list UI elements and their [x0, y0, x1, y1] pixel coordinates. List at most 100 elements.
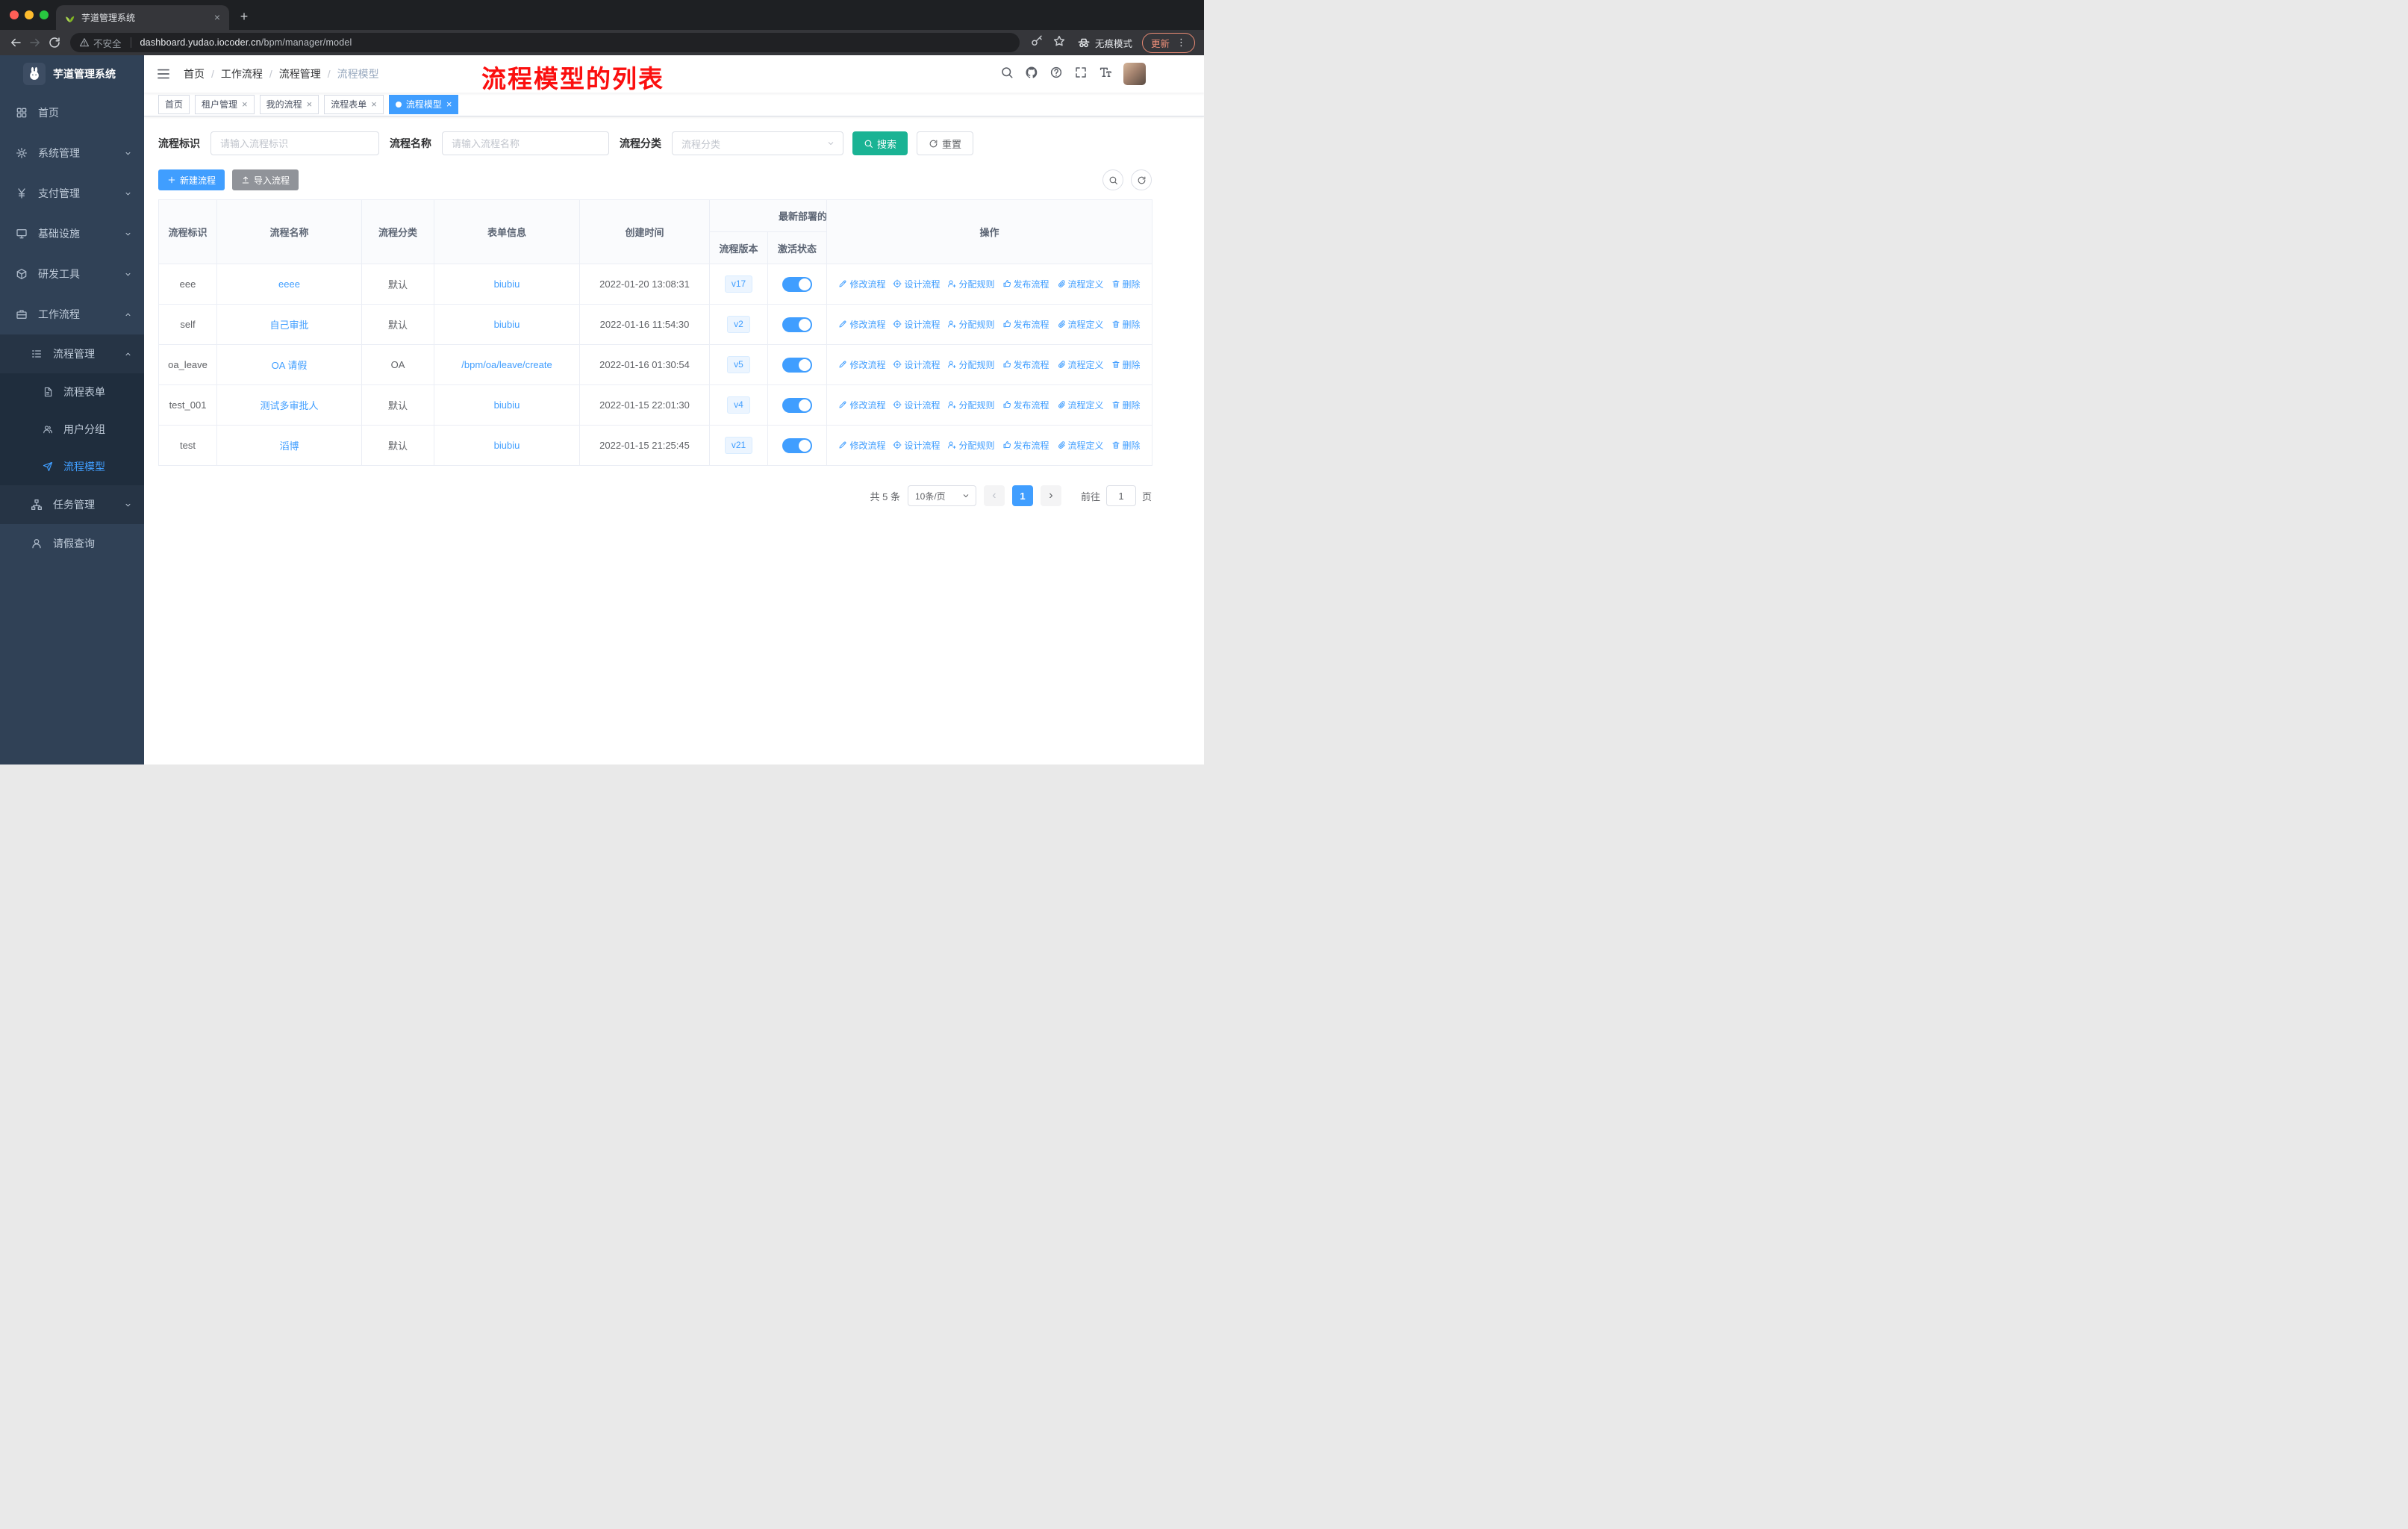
breadcrumb-workflow[interactable]: 工作流程 — [221, 66, 263, 81]
breadcrumb-process-management[interactable]: 流程管理 — [279, 66, 321, 81]
publish-process-link[interactable]: 发布流程 — [1002, 278, 1049, 290]
back-button[interactable] — [6, 33, 25, 52]
process-definition-link[interactable]: 流程定义 — [1057, 318, 1104, 331]
tag-process-model[interactable]: 流程模型 × — [388, 94, 459, 114]
tag-my-process[interactable]: 我的流程 × — [259, 94, 319, 114]
process-definition-link[interactable]: 流程定义 — [1057, 278, 1104, 290]
modify-process-link[interactable]: 修改流程 — [838, 358, 885, 371]
process-name-link[interactable]: 测试多审批人 — [260, 400, 318, 411]
process-name-link[interactable]: 滔博 — [279, 440, 299, 452]
prev-page-button[interactable]: ‹ — [983, 485, 1005, 506]
active-toggle[interactable] — [782, 357, 812, 373]
assign-rule-link[interactable]: 分配规则 — [947, 358, 995, 371]
delete-process-link[interactable]: 删除 — [1111, 318, 1141, 331]
process-name-link[interactable]: OA 请假 — [272, 360, 308, 371]
form-info-link[interactable]: biubiu — [494, 319, 520, 330]
delete-process-link[interactable]: 删除 — [1111, 439, 1141, 452]
design-process-link[interactable]: 设计流程 — [893, 358, 940, 371]
zoom-window-button[interactable] — [40, 10, 49, 19]
user-avatar[interactable] — [1123, 63, 1146, 85]
sidebar-toggle-icon[interactable] — [156, 66, 171, 81]
delete-process-link[interactable]: 删除 — [1111, 278, 1141, 290]
sidebar-item-workflow[interactable]: 工作流程 — [0, 294, 144, 334]
goto-page-input[interactable] — [1105, 485, 1136, 506]
modify-process-link[interactable]: 修改流程 — [838, 318, 885, 331]
tag-process-form[interactable]: 流程表单 × — [324, 94, 384, 114]
github-icon[interactable] — [1025, 66, 1038, 83]
active-toggle[interactable] — [782, 437, 812, 453]
tag-home[interactable]: 首页 — [158, 94, 190, 114]
tag-close-icon[interactable]: × — [446, 99, 452, 109]
close-window-button[interactable] — [10, 10, 19, 19]
process-key-input[interactable] — [210, 131, 379, 155]
publish-process-link[interactable]: 发布流程 — [1002, 318, 1049, 331]
form-info-link[interactable]: biubiu — [494, 399, 520, 411]
delete-process-link[interactable]: 删除 — [1111, 399, 1141, 411]
refresh-table-button[interactable] — [1131, 169, 1152, 190]
process-definition-link[interactable]: 流程定义 — [1057, 399, 1104, 411]
assign-rule-link[interactable]: 分配规则 — [947, 399, 995, 411]
version-badge[interactable]: v2 — [727, 316, 750, 333]
assign-rule-link[interactable]: 分配规则 — [947, 318, 995, 331]
fullscreen-icon[interactable] — [1074, 66, 1088, 83]
publish-process-link[interactable]: 发布流程 — [1002, 439, 1049, 452]
minimize-window-button[interactable] — [25, 10, 34, 19]
browser-menu-icon[interactable]: ⋮ — [1176, 37, 1186, 49]
delete-process-link[interactable]: 删除 — [1111, 358, 1141, 371]
modify-process-link[interactable]: 修改流程 — [838, 399, 885, 411]
design-process-link[interactable]: 设计流程 — [893, 278, 940, 290]
modify-process-link[interactable]: 修改流程 — [838, 278, 885, 290]
sidebar-item-devtools[interactable]: 研发工具 — [0, 254, 144, 294]
next-page-button[interactable]: › — [1040, 485, 1061, 506]
design-process-link[interactable]: 设计流程 — [893, 399, 940, 411]
reset-button[interactable]: 重置 — [917, 131, 974, 155]
design-process-link[interactable]: 设计流程 — [893, 318, 940, 331]
design-process-link[interactable]: 设计流程 — [893, 439, 940, 452]
page-size-select[interactable]: 10条/页 — [907, 485, 976, 506]
breadcrumb-home[interactable]: 首页 — [184, 66, 205, 81]
active-toggle[interactable] — [782, 276, 812, 292]
sidebar-item-user-group[interactable]: 用户分组 — [0, 411, 144, 448]
active-toggle[interactable] — [782, 317, 812, 332]
bookmark-star-icon[interactable] — [1052, 34, 1066, 52]
tag-close-icon[interactable]: × — [371, 99, 377, 109]
sidebar-item-home[interactable]: 首页 — [0, 93, 144, 133]
password-key-icon[interactable] — [1030, 34, 1044, 52]
form-info-link[interactable]: biubiu — [494, 440, 520, 451]
toggle-search-button[interactable] — [1102, 169, 1123, 190]
process-definition-link[interactable]: 流程定义 — [1057, 439, 1104, 452]
sidebar-item-leave-query[interactable]: 请假查询 — [0, 524, 144, 563]
sidebar-item-infra[interactable]: 基础设施 — [0, 214, 144, 254]
address-bar[interactable]: 不安全 dashboard.yudao.iocoder.cn/bpm/manag… — [70, 33, 1020, 52]
version-badge[interactable]: v4 — [727, 396, 750, 414]
reload-button[interactable] — [45, 33, 64, 52]
tab-close-icon[interactable]: × — [211, 11, 223, 24]
version-badge[interactable]: v17 — [724, 275, 753, 293]
browser-update-button[interactable]: 更新 ⋮ — [1141, 32, 1195, 53]
publish-process-link[interactable]: 发布流程 — [1002, 399, 1049, 411]
process-name-link[interactable]: 自己审批 — [269, 320, 308, 331]
font-size-icon[interactable] — [1099, 66, 1112, 83]
sidebar-item-process-model[interactable]: 流程模型 — [0, 448, 144, 485]
form-info-link[interactable]: /bpm/oa/leave/create — [461, 359, 552, 370]
assign-rule-link[interactable]: 分配规则 — [947, 439, 995, 452]
assign-rule-link[interactable]: 分配规则 — [947, 278, 995, 290]
search-button[interactable]: 搜索 — [852, 131, 908, 155]
tag-close-icon[interactable]: × — [307, 99, 313, 109]
create-process-button[interactable]: 新建流程 — [158, 169, 225, 190]
process-definition-link[interactable]: 流程定义 — [1057, 358, 1104, 371]
sidebar-item-system[interactable]: 系统管理 — [0, 133, 144, 173]
tag-tenant[interactable]: 租户管理 × — [195, 94, 255, 114]
search-icon[interactable] — [1000, 66, 1014, 83]
version-badge[interactable]: v21 — [724, 437, 753, 454]
sidebar-item-task-management[interactable]: 任务管理 — [0, 485, 144, 524]
version-badge[interactable]: v5 — [727, 356, 750, 373]
help-icon[interactable] — [1049, 66, 1063, 83]
process-category-select[interactable]: 流程分类 — [672, 131, 843, 155]
sidebar-item-process-management[interactable]: 流程管理 — [0, 334, 144, 373]
process-name-input[interactable] — [442, 131, 609, 155]
current-page-button[interactable]: 1 — [1011, 485, 1033, 506]
tag-close-icon[interactable]: × — [242, 99, 248, 109]
sidebar-item-payment[interactable]: 支付管理 — [0, 173, 144, 214]
new-tab-button[interactable]: + — [234, 6, 255, 27]
